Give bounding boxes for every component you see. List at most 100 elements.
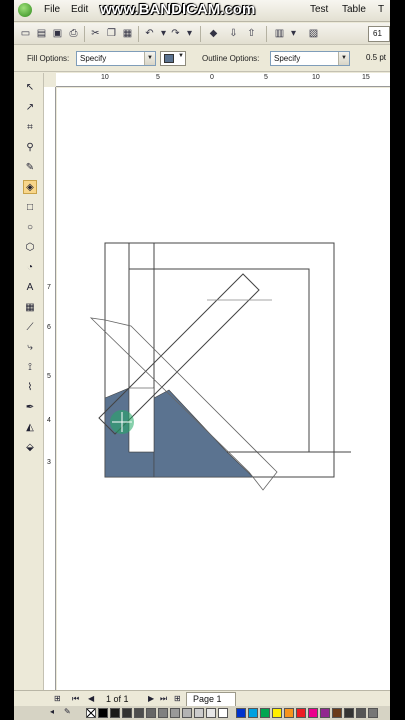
horizontal-ruler[interactable]: 10 5 0 5 10 15 <box>56 73 390 87</box>
table-tool-icon[interactable]: ▦ <box>23 301 37 315</box>
palette-swatch[interactable] <box>134 708 144 718</box>
interactive-fill-tool-icon[interactable]: ⬙ <box>23 441 37 455</box>
palette-swatch[interactable] <box>122 708 132 718</box>
connector-tool-icon[interactable]: ⤷ <box>23 341 37 355</box>
menu-file[interactable]: File <box>44 4 60 15</box>
polygon-tool-icon[interactable]: ⬡ <box>23 241 37 255</box>
outline-options-select[interactable]: Specify ▼ <box>270 51 350 66</box>
outline-width-field[interactable]: 0.5 pt <box>366 51 390 66</box>
no-color-swatch[interactable] <box>86 708 96 718</box>
palette-swatch[interactable] <box>194 708 204 718</box>
ellipse-tool-icon[interactable]: ○ <box>23 221 37 235</box>
palette-swatch[interactable] <box>248 708 258 718</box>
palette-swatch[interactable] <box>98 708 108 718</box>
paste-icon[interactable]: ▦ <box>120 26 135 41</box>
rectangle-tool-icon[interactable]: □ <box>23 201 37 215</box>
ruler-tick-label: 4 <box>47 417 51 424</box>
palette-scroll-left-icon[interactable]: ◂ <box>50 707 54 716</box>
toolbar-divider <box>200 26 201 42</box>
fill-tool-icon[interactable]: ◭ <box>23 421 37 435</box>
palette-swatch[interactable] <box>218 708 228 718</box>
palette-swatch[interactable] <box>284 708 294 718</box>
text-tool-icon[interactable]: A <box>23 281 37 295</box>
palette-swatch[interactable] <box>146 708 156 718</box>
blend-tool-icon[interactable]: ⟟ <box>23 361 37 375</box>
previous-page-icon[interactable]: ◀ <box>88 694 94 703</box>
color-palette: ◂ ✎ <box>14 706 390 720</box>
last-page-icon[interactable]: ⏭ <box>160 694 167 704</box>
search-content-icon[interactable]: ◆ <box>206 26 221 41</box>
palette-swatch[interactable] <box>344 708 354 718</box>
palette-swatch[interactable] <box>368 708 378 718</box>
menu-tools[interactable]: T <box>378 4 384 15</box>
chevron-down-icon: ▼ <box>178 53 184 59</box>
zoom-level-field[interactable]: 61 <box>368 26 390 42</box>
application-launcher-icon[interactable]: ▥ <box>272 26 287 41</box>
fill-options-label: Fill Options: <box>27 54 70 63</box>
fill-options-value: Specify <box>80 54 107 63</box>
basic-shapes-tool-icon[interactable]: ◔ <box>23 261 37 275</box>
insert-page-icon[interactable]: ⊞ <box>54 694 61 703</box>
toolbar-divider <box>138 26 139 42</box>
ruler-tick-label: 0 <box>210 74 214 81</box>
zoom-tool-icon[interactable]: ⚲ <box>23 141 37 155</box>
eyedropper-icon[interactable]: ✎ <box>64 707 71 716</box>
menu-text[interactable]: Test <box>310 4 328 15</box>
redo-dropdown-icon[interactable]: ▾ <box>182 26 197 41</box>
import-icon[interactable]: ⇩ <box>226 26 241 41</box>
crop-tool-icon[interactable]: ⌗ <box>23 121 37 135</box>
pick-tool-icon[interactable]: ↖ <box>23 81 37 95</box>
shape-tool-icon[interactable]: ↗ <box>23 101 37 115</box>
no-color-x-icon <box>87 709 95 717</box>
fill-color-picker[interactable]: ▼ <box>160 51 186 66</box>
ruler-tick-label: 6 <box>47 324 51 331</box>
palette-swatch[interactable] <box>296 708 306 718</box>
page-count: 1 of 1 <box>106 694 129 704</box>
palette-swatch[interactable] <box>182 708 192 718</box>
drawing-canvas[interactable] <box>57 88 390 690</box>
palette-swatch[interactable] <box>260 708 270 718</box>
freehand-tool-icon[interactable]: ✎ <box>23 161 37 175</box>
new-icon[interactable]: ▭ <box>18 26 33 41</box>
cut-icon[interactable]: ✂ <box>88 26 103 41</box>
next-page-icon[interactable]: ▶ <box>148 694 154 703</box>
app-logo-icon <box>18 3 32 17</box>
page-tab-1[interactable]: Page 1 <box>186 692 236 706</box>
launcher-dropdown-icon[interactable]: ▾ <box>286 26 301 41</box>
ruler-tick-label: 10 <box>312 74 320 81</box>
first-page-icon[interactable]: ⏮ <box>72 694 79 704</box>
redo-icon[interactable]: ↷ <box>168 26 183 41</box>
ruler-tick-label: 7 <box>47 284 51 291</box>
palette-swatch[interactable] <box>332 708 342 718</box>
print-icon[interactable]: ⎙ <box>66 26 81 41</box>
eyedropper-tool-icon[interactable]: ⌇ <box>23 381 37 395</box>
menu-edit[interactable]: Edit <box>71 4 88 15</box>
vertical-ruler[interactable]: 7 6 5 4 3 <box>44 87 56 690</box>
page-navigator: ⊞ ⏮ ◀ 1 of 1 ▶ ⏭ ⊞ Page 1 <box>14 690 390 706</box>
palette-swatch[interactable] <box>272 708 282 718</box>
copy-icon[interactable]: ❐ <box>104 26 119 41</box>
palette-swatch[interactable] <box>320 708 330 718</box>
export-icon[interactable]: ⇧ <box>244 26 259 41</box>
add-page-icon[interactable]: ⊞ <box>174 694 181 703</box>
palette-swatch[interactable] <box>110 708 120 718</box>
save-icon[interactable]: ▣ <box>50 26 65 41</box>
palette-swatch[interactable] <box>236 708 246 718</box>
palette-swatch[interactable] <box>158 708 168 718</box>
palette-swatch[interactable] <box>308 708 318 718</box>
property-bar: Fill Options: Specify ▼ ▼ Outline Option… <box>14 46 390 72</box>
outline-tool-icon[interactable]: ✒ <box>23 401 37 415</box>
palette-swatch[interactable] <box>170 708 180 718</box>
dimension-tool-icon[interactable]: ⟋ <box>23 321 37 335</box>
undo-icon[interactable]: ↶ <box>142 26 157 41</box>
outline-options-value: Specify <box>274 54 301 63</box>
palette-swatch[interactable] <box>356 708 366 718</box>
menu-table[interactable]: Table <box>342 4 366 15</box>
smart-fill-tool-icon[interactable]: ◈ <box>23 180 37 194</box>
open-icon[interactable]: ▤ <box>34 26 49 41</box>
welcome-screen-icon[interactable]: ▧ <box>306 26 321 41</box>
coreldraw-window: File Edit Test Table T www.BANDICAM.com … <box>14 0 390 720</box>
fill-options-select[interactable]: Specify ▼ <box>76 51 156 66</box>
chevron-down-icon: ▼ <box>144 52 155 65</box>
palette-swatch[interactable] <box>206 708 216 718</box>
